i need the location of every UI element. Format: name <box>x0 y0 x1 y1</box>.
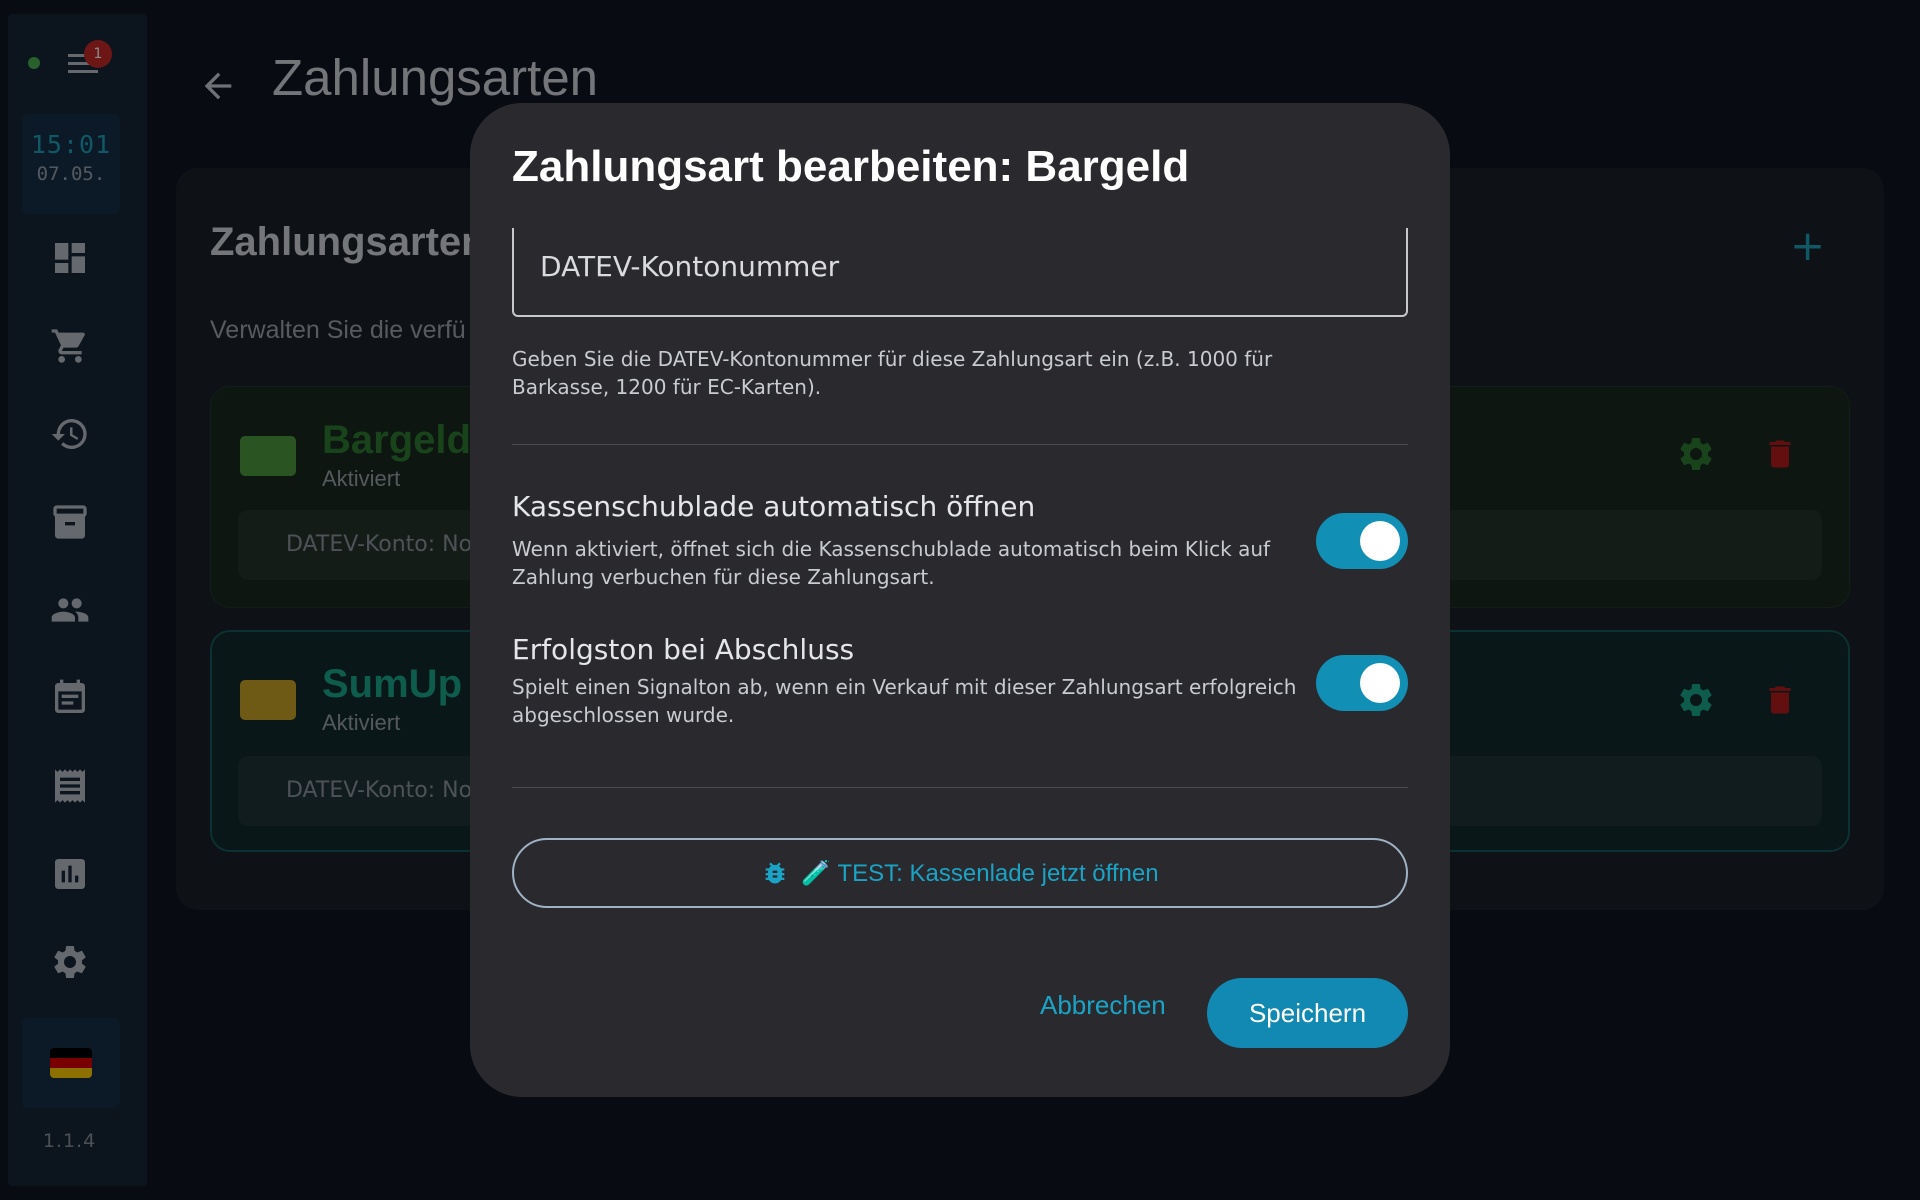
success-sound-description: Spielt einen Signalton ab, wenn ein Verk… <box>512 675 1297 727</box>
divider <box>512 444 1408 445</box>
test-open-drawer-button[interactable]: 🧪 TEST: Kassenlade jetzt öffnen <box>512 838 1408 908</box>
dialog-title: Zahlungsart bearbeiten: Bargeld <box>512 142 1190 191</box>
auto-open-drawer-toggle[interactable] <box>1316 513 1408 569</box>
success-sound-title: Erfolgston bei Abschluss <box>512 633 855 666</box>
cancel-button[interactable]: Abbrechen <box>1040 990 1166 1021</box>
auto-open-drawer-title: Kassenschublade automatisch öffnen <box>512 490 1036 523</box>
toggle-knob <box>1360 663 1400 703</box>
save-button[interactable]: Speichern <box>1207 978 1408 1048</box>
success-sound-toggle[interactable] <box>1316 655 1408 711</box>
datev-account-helper-text: Geben Sie die DATEV-Kontonummer für dies… <box>512 347 1273 399</box>
datev-account-field-label: DATEV-Kontonummer <box>540 250 840 283</box>
divider <box>512 787 1408 788</box>
bug-icon <box>766 862 785 884</box>
test-button-label: 🧪 TEST: Kassenlade jetzt öffnen <box>801 859 1159 887</box>
toggle-knob <box>1360 521 1400 561</box>
auto-open-drawer-description: Wenn aktiviert, öffnet sich die Kassensc… <box>512 537 1271 589</box>
